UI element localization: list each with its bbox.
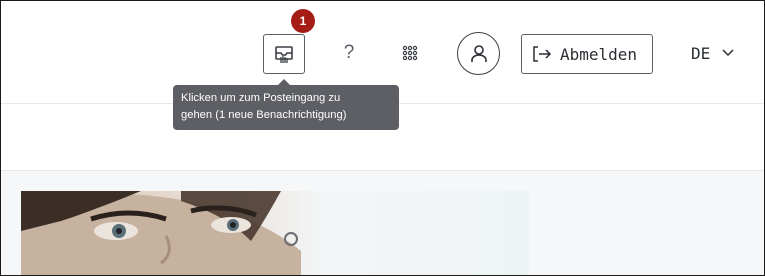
user-account-button[interactable] xyxy=(457,32,500,75)
chevron-down-icon xyxy=(722,49,734,57)
tooltip-arrow xyxy=(277,79,291,86)
logout-icon xyxy=(533,46,552,62)
notification-badge: 1 xyxy=(291,9,315,33)
language-code: DE xyxy=(691,43,711,63)
apps-grid-icon[interactable] xyxy=(402,45,418,61)
help-button[interactable]: ? xyxy=(339,41,359,65)
inbox-icon xyxy=(275,46,293,63)
user-icon xyxy=(470,44,487,62)
language-selector[interactable]: DE xyxy=(691,39,734,67)
inbox-button[interactable] xyxy=(263,34,305,74)
hero-portrait xyxy=(21,191,301,275)
hero-image xyxy=(21,191,529,275)
tooltip-line-1: Klicken um zum Posteingang zu xyxy=(181,92,341,104)
tooltip-line-2: gehen (1 neue Benachrichtigung) xyxy=(181,109,347,121)
app-frame: 1 ? Abmelden DE Klicken um zum Posteinga… xyxy=(0,0,765,276)
logout-label: Abmelden xyxy=(560,44,638,64)
inbox-tooltip: Klicken um zum Posteingang zu gehen (1 n… xyxy=(173,79,399,130)
logout-button[interactable]: Abmelden xyxy=(521,34,653,74)
